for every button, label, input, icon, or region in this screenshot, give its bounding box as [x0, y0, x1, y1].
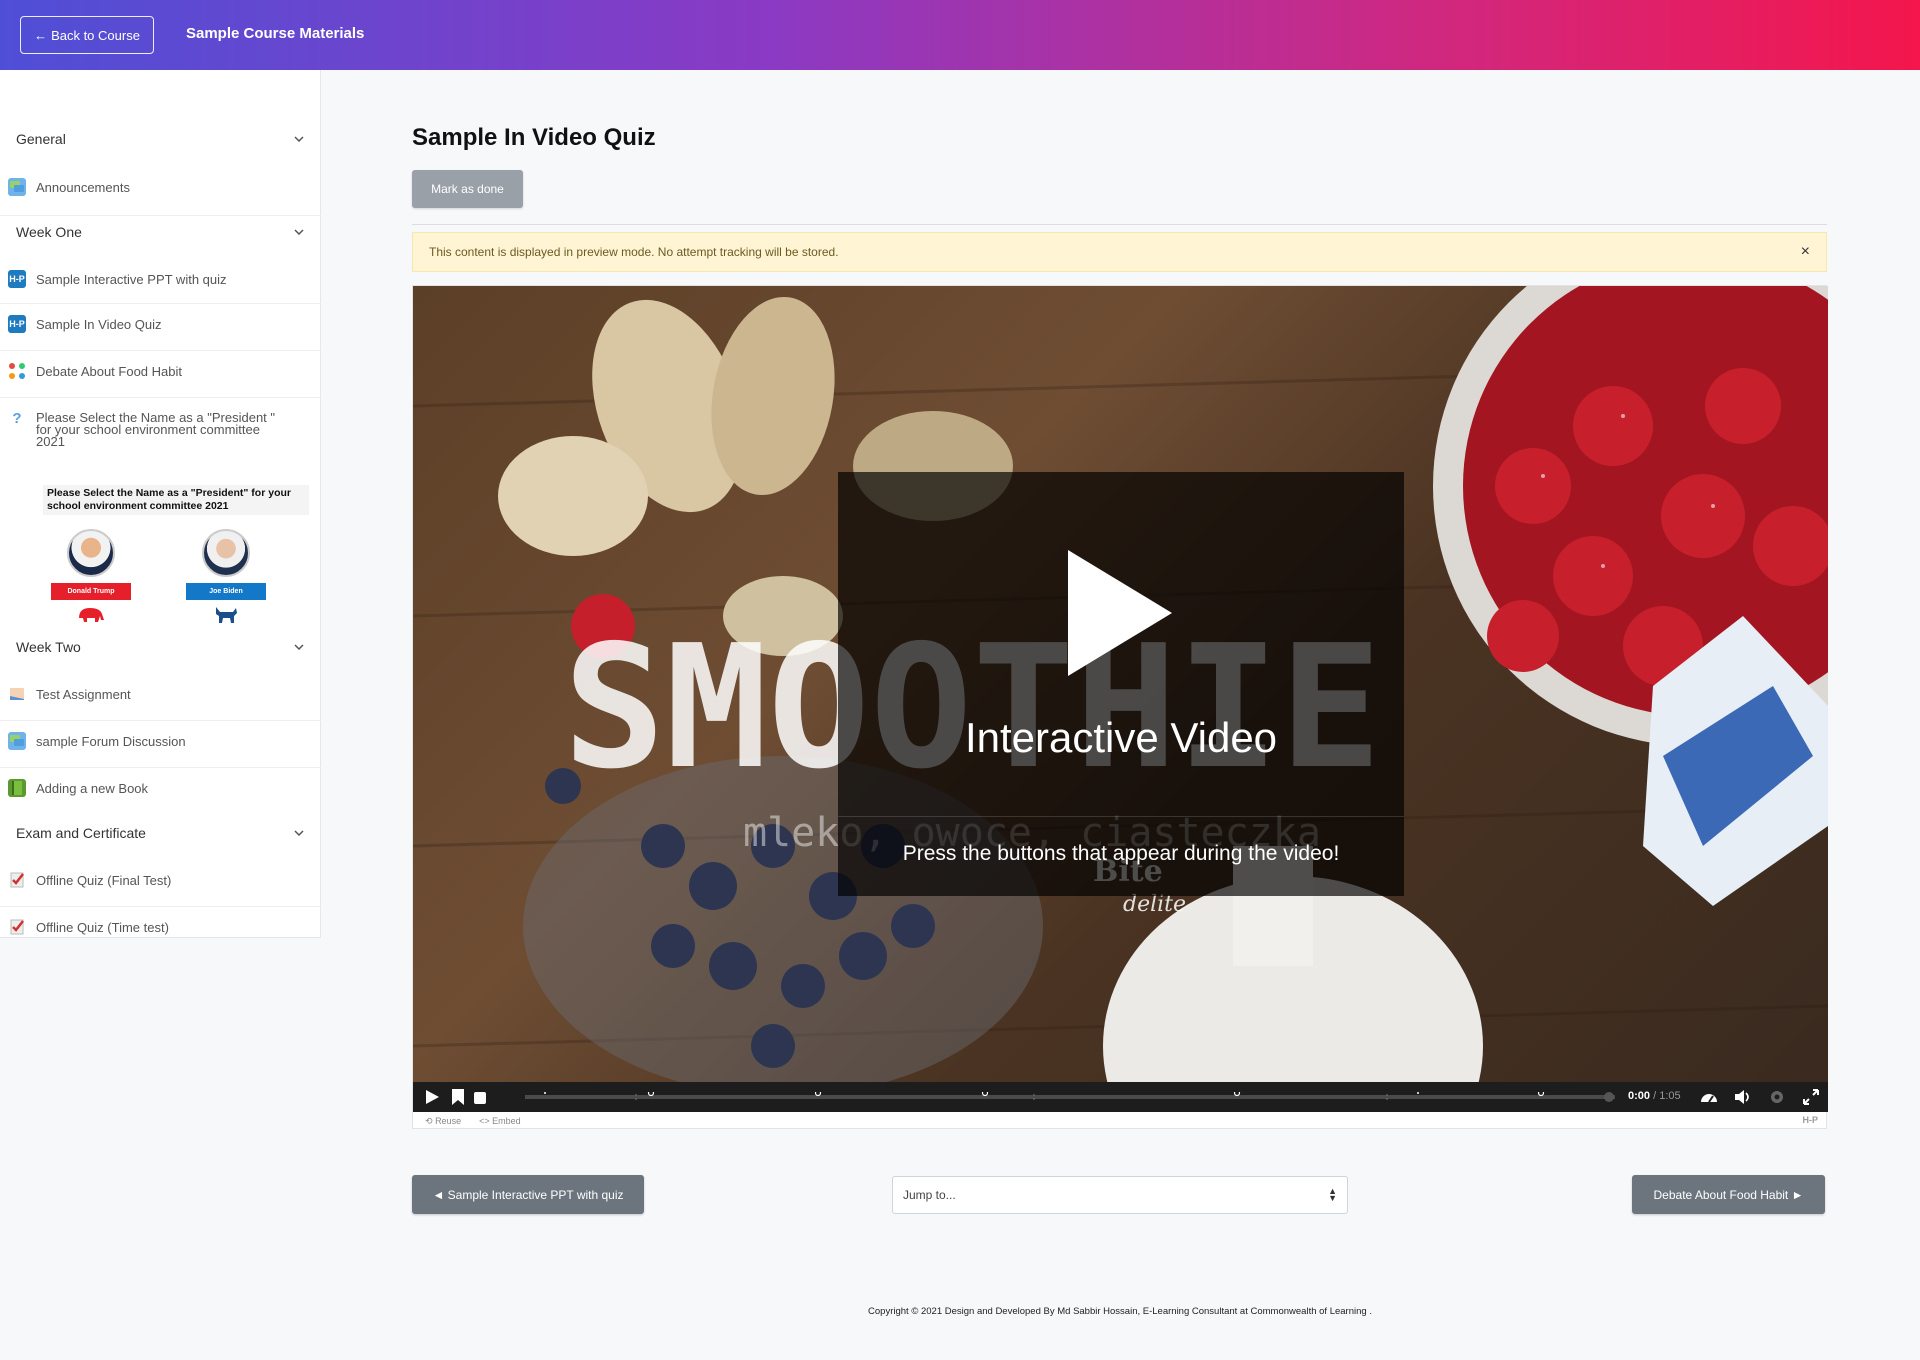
top-header: ← Back to Course Sample Course Materials: [0, 0, 1920, 70]
alert-text: This content is displayed in preview mod…: [429, 245, 839, 259]
activity-label: Adding a new Book: [36, 781, 149, 796]
section-exam-and-certificate[interactable]: Exam and Certificate: [16, 818, 306, 848]
divider: [838, 816, 1404, 817]
chevron-down-icon[interactable]: [292, 826, 306, 840]
candidate-name: Donald Trump: [51, 583, 131, 600]
preview-mode-alert: This content is displayed in preview mod…: [412, 232, 1827, 272]
poll-preview-card: Please Select the Name as a "President" …: [36, 485, 310, 623]
jump-to-placeholder: Jump to...: [903, 1188, 956, 1202]
back-to-course-button[interactable]: ← Back to Course: [20, 16, 154, 54]
activity-item-offline-quiz-time[interactable]: Offline Quiz (Time test): [0, 918, 321, 937]
time-current: 0:00: [1628, 1090, 1651, 1102]
reuse-icon: ⟲: [425, 1115, 433, 1126]
avatar: [202, 529, 250, 577]
play-icon[interactable]: [423, 1088, 441, 1106]
divider: [412, 224, 1827, 225]
activity-item-sample-interactive-ppt[interactable]: H-P Sample Interactive PPT with quiz: [0, 270, 321, 304]
h5p-actions-bar: ⟲ Reuse <> Embed H-P: [413, 1112, 1828, 1130]
splash-subtitle: Press the buttons that appear during the…: [902, 842, 1340, 865]
embed-label: Embed: [492, 1116, 521, 1126]
activity-item-sample-forum-discussion[interactable]: sample Forum Discussion: [0, 732, 321, 768]
mark-as-done-button[interactable]: Mark as done: [412, 170, 523, 208]
h5p-logo[interactable]: H-P: [1803, 1115, 1819, 1125]
poll-question: Please Select the Name as a "President" …: [43, 485, 309, 515]
endscreen-icon[interactable]: [473, 1091, 487, 1105]
splash-title: Interactive Video: [964, 714, 1278, 761]
activity-label: Please Select the Name as a "President "…: [36, 410, 276, 449]
activity-item-test-assignment[interactable]: Test Assignment: [0, 685, 321, 721]
seek-bar[interactable]: [525, 1092, 1615, 1102]
footer-copyright: Copyright © 2021 Design and Developed By…: [868, 1306, 1372, 1317]
video-start-overlay[interactable]: Interactive Video Press the buttons that…: [838, 472, 1404, 896]
quiz-icon: [8, 871, 26, 889]
next-activity-button[interactable]: Debate About Food Habit ►: [1632, 1175, 1825, 1214]
embed-icon: <>: [479, 1116, 490, 1126]
activity-label: sample Forum Discussion: [36, 734, 186, 749]
chevron-down-icon[interactable]: [292, 132, 306, 146]
back-to-course-label: Back to Course: [51, 27, 140, 43]
gear-icon[interactable]: [1768, 1088, 1786, 1106]
forum-icon: [8, 732, 26, 750]
video-time-display: 0:00 / 1:05: [1628, 1090, 1681, 1102]
section-title: General: [16, 131, 66, 147]
section-title: Week Two: [16, 639, 81, 655]
quiz-icon: [8, 918, 26, 936]
book-icon: [8, 779, 26, 797]
activity-item-adding-a-new-book[interactable]: Adding a new Book: [0, 779, 321, 809]
candidate-name: Joe Biden: [186, 583, 266, 600]
bookmark-icon[interactable]: [449, 1088, 467, 1106]
activity-label: Offline Quiz (Time test): [36, 920, 169, 935]
activity-label: Sample In Video Quiz: [36, 317, 162, 332]
candidate-biden[interactable]: Joe Biden: [186, 529, 266, 629]
activity-label: Sample Interactive PPT with quiz: [36, 272, 227, 287]
reuse-label: Reuse: [435, 1115, 462, 1126]
activity-label: Announcements: [36, 180, 130, 195]
video-controls-bar: 0:00 / 1:05: [413, 1082, 1828, 1112]
chevron-down-icon[interactable]: [292, 640, 306, 654]
elephant-icon: [79, 608, 104, 622]
embed-button[interactable]: <> Embed: [479, 1116, 521, 1126]
workshop-icon: [8, 362, 26, 380]
arrow-left-icon: ←: [34, 27, 48, 43]
h5p-icon: H-P: [8, 315, 26, 333]
donkey-icon: [216, 607, 237, 623]
forum-icon: [8, 178, 26, 196]
fullscreen-icon[interactable]: [1802, 1088, 1820, 1106]
previous-activity-button[interactable]: ◄ Sample Interactive PPT with quiz: [412, 1175, 644, 1214]
play-icon[interactable]: [1060, 548, 1180, 678]
section-week-two[interactable]: Week Two: [16, 632, 306, 662]
activity-item-offline-quiz-final[interactable]: Offline Quiz (Final Test): [0, 871, 321, 907]
volume-icon[interactable]: [1734, 1088, 1752, 1106]
page-title: Sample In Video Quiz: [412, 124, 656, 151]
activity-label: Debate About Food Habit: [36, 364, 182, 379]
section-general[interactable]: General: [16, 124, 306, 154]
activity-item-sample-in-video-quiz[interactable]: H-P Sample In Video Quiz: [0, 315, 321, 351]
activity-item-debate-about-food-habit[interactable]: Debate About Food Habit: [0, 362, 321, 398]
assignment-icon: [8, 685, 26, 703]
section-title: Exam and Certificate: [16, 825, 146, 841]
course-title: Sample Course Materials: [186, 25, 365, 42]
select-arrows-icon: ▲ ▼: [1328, 1186, 1337, 1203]
h5p-interactive-video: SMOOTHIE mleko, owoce, ciasteczka Bite d…: [412, 285, 1828, 1130]
section-week-one[interactable]: Week One: [16, 217, 306, 247]
question-icon: ?: [12, 409, 22, 427]
time-total: / 1:05: [1653, 1090, 1681, 1102]
activity-item-announcements[interactable]: Announcements: [0, 178, 321, 216]
candidate-trump[interactable]: Donald Trump: [51, 529, 131, 629]
playback-speed-icon[interactable]: [1700, 1088, 1718, 1106]
video-frame[interactable]: SMOOTHIE mleko, owoce, ciasteczka Bite d…: [413, 286, 1828, 1082]
reuse-button[interactable]: ⟲ Reuse: [425, 1116, 461, 1127]
avatar: [67, 529, 115, 577]
section-title: Week One: [16, 224, 82, 240]
activity-label: Offline Quiz (Final Test): [36, 873, 172, 888]
activity-label: Test Assignment: [36, 687, 131, 702]
course-index-sidebar: General Announcements Week One H-P Sampl…: [0, 70, 321, 938]
jump-to-select[interactable]: Jump to... ▲ ▼: [892, 1176, 1348, 1214]
chevron-down-icon[interactable]: [292, 225, 306, 239]
activity-item-president-poll[interactable]: ? Please Select the Name as a "President…: [0, 409, 280, 449]
close-icon[interactable]: ×: [1801, 243, 1810, 261]
h5p-icon: H-P: [8, 270, 26, 288]
